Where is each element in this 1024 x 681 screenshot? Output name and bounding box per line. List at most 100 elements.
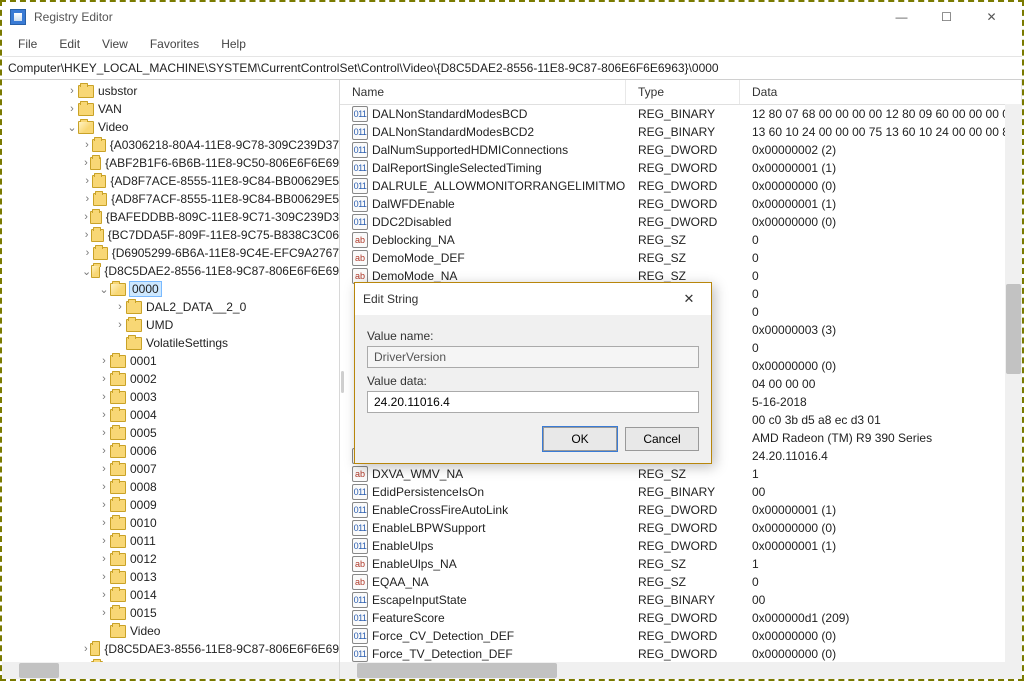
expand-icon[interactable]: ⌄	[98, 283, 110, 296]
tree-item[interactable]: ›{D8C5DAE3-8556-11E8-9C87-806E6F6E69	[2, 640, 339, 658]
expand-icon[interactable]: ›	[98, 553, 110, 565]
expand-icon[interactable]: ›	[98, 517, 110, 529]
value-row[interactable]: EscapeInputStateREG_BINARY00	[340, 591, 1022, 609]
expand-icon[interactable]: ›	[98, 481, 110, 493]
tree-item[interactable]: ›{A0306218-80A4-11E8-9C78-309C239D37	[2, 136, 339, 154]
tree-item[interactable]: ›0004	[2, 406, 339, 424]
tree-item[interactable]: Video	[2, 622, 339, 640]
menu-file[interactable]: File	[8, 34, 47, 54]
expand-icon[interactable]: ›	[98, 463, 110, 475]
values-horizontal-scrollbar[interactable]	[340, 662, 1022, 679]
maximize-button[interactable]: ☐	[924, 3, 969, 31]
expand-icon[interactable]: ›	[82, 211, 90, 223]
expand-icon[interactable]: ›	[66, 85, 78, 97]
value-row[interactable]: DalReportSingleSelectedTimingREG_DWORD0x…	[340, 159, 1022, 177]
value-row[interactable]: DXVA_WMV_NAREG_SZ1	[340, 465, 1022, 483]
menu-view[interactable]: View	[92, 34, 138, 54]
tree-item[interactable]: ⌄Video	[2, 118, 339, 136]
tree-item[interactable]: ›0008	[2, 478, 339, 496]
value-row[interactable]: DalWFDEnableREG_DWORD0x00000001 (1)	[340, 195, 1022, 213]
value-data-field[interactable]	[367, 391, 699, 413]
value-row[interactable]: DALRULE_ALLOWMONITORRANGELIMITMODESCRTRE…	[340, 177, 1022, 195]
value-row[interactable]: Deblocking_NAREG_SZ0	[340, 231, 1022, 249]
expand-icon[interactable]: ›	[98, 373, 110, 385]
values-vertical-scrollbar[interactable]	[1005, 104, 1022, 663]
expand-icon[interactable]: ›	[66, 103, 78, 115]
expand-icon[interactable]: ›	[82, 247, 93, 259]
ok-button[interactable]: OK	[543, 427, 617, 451]
tree-horizontal-scrollbar[interactable]	[2, 662, 339, 679]
value-row[interactable]: EnableCrossFireAutoLinkREG_DWORD0x000000…	[340, 501, 1022, 519]
tree-item[interactable]: ›0012	[2, 550, 339, 568]
close-button[interactable]: ✕	[969, 3, 1014, 31]
value-row[interactable]: EdidPersistenceIsOnREG_BINARY00	[340, 483, 1022, 501]
menu-favorites[interactable]: Favorites	[140, 34, 209, 54]
expand-icon[interactable]: ›	[82, 139, 92, 151]
tree-item[interactable]: ⌄0000	[2, 280, 339, 298]
tree-item[interactable]: ›0014	[2, 586, 339, 604]
tree-item[interactable]: ›{AD8F7ACE-8555-11E8-9C84-BB00629E5	[2, 172, 339, 190]
tree-item[interactable]: ›DAL2_DATA__2_0	[2, 298, 339, 316]
tree-item[interactable]: ⌄{D8C5DAE2-8556-11E8-9C87-806E6F6E69	[2, 262, 339, 280]
expand-icon[interactable]: ⌄	[82, 265, 91, 278]
tree-item[interactable]: ›0005	[2, 424, 339, 442]
expand-icon[interactable]: ›	[98, 409, 110, 421]
tree-item[interactable]: ›0011	[2, 532, 339, 550]
value-row[interactable]: FeatureScoreREG_DWORD0x000000d1 (209)	[340, 609, 1022, 627]
value-row[interactable]: EnableUlpsREG_DWORD0x00000001 (1)	[340, 537, 1022, 555]
value-row[interactable]: Force_TV_Detection_DEFREG_DWORD0x0000000…	[340, 645, 1022, 662]
value-row[interactable]: EnableUlps_NAREG_SZ1	[340, 555, 1022, 573]
expand-icon[interactable]: ›	[98, 571, 110, 583]
tree-item[interactable]: ›usbstor	[2, 82, 339, 100]
expand-icon[interactable]: ›	[98, 445, 110, 457]
tree-item[interactable]: VolatileSettings	[2, 334, 339, 352]
expand-icon[interactable]: ›	[82, 229, 91, 241]
expand-icon[interactable]: ›	[82, 175, 92, 187]
value-row[interactable]: DDC2DisabledREG_DWORD0x00000000 (0)	[340, 213, 1022, 231]
expand-icon[interactable]: ›	[98, 589, 110, 601]
expand-icon[interactable]: ⌄	[66, 121, 78, 134]
value-row[interactable]: DemoMode_DEFREG_SZ0	[340, 249, 1022, 267]
tree-item[interactable]: ›{ABF2B1F6-6B6B-11E8-9C50-806E6F6E69	[2, 154, 339, 172]
value-row[interactable]: DALNonStandardModesBCD2REG_BINARY13 60 1…	[340, 123, 1022, 141]
expand-icon[interactable]: ›	[98, 499, 110, 511]
tree-item[interactable]: ›UMD	[2, 316, 339, 334]
expand-icon[interactable]: ›	[82, 193, 93, 205]
menu-help[interactable]: Help	[211, 34, 256, 54]
tree-item[interactable]: ›0003	[2, 388, 339, 406]
cancel-button[interactable]: Cancel	[625, 427, 699, 451]
value-row[interactable]: DALNonStandardModesBCDREG_BINARY12 80 07…	[340, 105, 1022, 123]
tree-item[interactable]: ›0002	[2, 370, 339, 388]
menu-edit[interactable]: Edit	[49, 34, 90, 54]
value-row[interactable]: EnableLBPWSupportREG_DWORD0x00000000 (0)	[340, 519, 1022, 537]
address-bar[interactable]: Computer\HKEY_LOCAL_MACHINE\SYSTEM\Curre…	[2, 57, 1022, 80]
tree-item[interactable]: ›{D6905299-6B6A-11E8-9C4E-EFC9A2767	[2, 244, 339, 262]
col-data[interactable]: Data	[740, 80, 1022, 104]
expand-icon[interactable]: ›	[82, 643, 90, 655]
tree-item[interactable]: ›{BAFEDDBB-809C-11E8-9C71-309C239D3	[2, 208, 339, 226]
tree-item[interactable]: ›0007	[2, 460, 339, 478]
expand-icon[interactable]: ›	[98, 355, 110, 367]
col-name[interactable]: Name	[340, 80, 626, 104]
expand-icon[interactable]: ›	[82, 157, 90, 169]
tree-item[interactable]: ›VAN	[2, 100, 339, 118]
tree-item[interactable]: ›0015	[2, 604, 339, 622]
dialog-close-button[interactable]: ✕	[675, 289, 703, 309]
expand-icon[interactable]: ›	[114, 301, 126, 313]
value-row[interactable]: EQAA_NAREG_SZ0	[340, 573, 1022, 591]
tree-item[interactable]: ›0009	[2, 496, 339, 514]
col-type[interactable]: Type	[626, 80, 740, 104]
value-row[interactable]: Force_CV_Detection_DEFREG_DWORD0x0000000…	[340, 627, 1022, 645]
expand-icon[interactable]: ›	[114, 319, 126, 331]
tree-item[interactable]: ›0010	[2, 514, 339, 532]
tree-item[interactable]: ›{BC7DDA5F-809F-11E8-9C75-B838C3C06	[2, 226, 339, 244]
tree-item[interactable]: ›0006	[2, 442, 339, 460]
expand-icon[interactable]: ›	[98, 607, 110, 619]
tree-item[interactable]: ›0001	[2, 352, 339, 370]
value-row[interactable]: DalNumSupportedHDMIConnectionsREG_DWORD0…	[340, 141, 1022, 159]
expand-icon[interactable]: ›	[98, 391, 110, 403]
expand-icon[interactable]: ›	[98, 535, 110, 547]
tree-item[interactable]: ›{AD8F7ACF-8555-11E8-9C84-BB00629E5	[2, 190, 339, 208]
tree-item[interactable]: ›0013	[2, 568, 339, 586]
minimize-button[interactable]: —	[879, 3, 924, 31]
